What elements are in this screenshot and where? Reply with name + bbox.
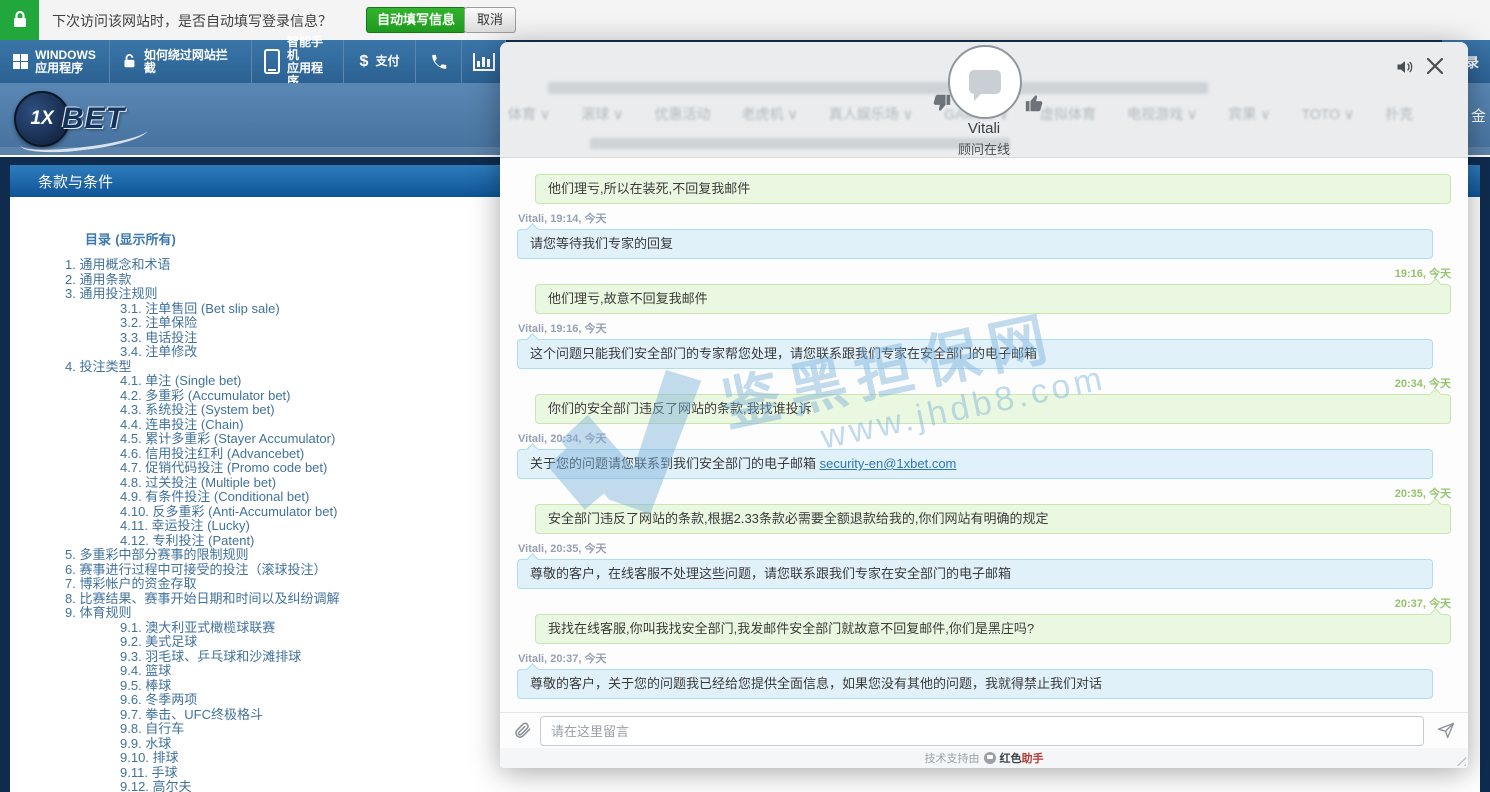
message-meta: 19:16, 今天 [535, 268, 1451, 281]
close-icon[interactable] [1426, 57, 1446, 77]
chat-message: Vitali, 19:16, 今天 这个问题只能我们安全部门的专家帮您处理，请您… [500, 323, 1468, 369]
message-bubble: 我找在线客服,你叫我找安全部门,我发邮件安全部门就故意不回复邮件,你们是黑庄吗? [535, 614, 1451, 644]
send-icon[interactable] [1436, 720, 1456, 740]
bar-chart-icon [473, 53, 495, 71]
chat-message: Vitali, 20:34, 今天 关于您的问题请您联系到我们安全部门的电子邮箱… [500, 433, 1468, 479]
message-bubble: 安全部门违反了网站的条款,根据2.33条款必需要全额退款给我的,你们网站有明确的… [535, 504, 1451, 534]
autofill-confirm-button[interactable]: 自动填写信息 [366, 7, 466, 33]
nav-item-bypass-block[interactable]: 如何绕过网站拦截 [110, 40, 252, 83]
toc-item[interactable]: 9.12. 高尔夫 [120, 780, 1480, 792]
redhelper-logo-icon [984, 752, 996, 764]
message-email-link[interactable]: security-en@1xbet.com [820, 456, 957, 471]
support-prefix: 技术支持由 [925, 750, 980, 766]
chat-footer: 技术支持由 红色助手 [500, 748, 1468, 768]
agent-name: Vitali [500, 120, 1468, 137]
message-meta: Vitali, 20:35, 今天 [518, 543, 1433, 556]
message-text: 请您等待我们专家的回复 [530, 236, 673, 251]
brand-dark: 红色 [1000, 753, 1022, 765]
chat-message: 19:16, 今天 他们理亏,故意不回复我邮件 [500, 268, 1468, 314]
smartphone-icon [264, 49, 280, 74]
message-meta: 20:37, 今天 [535, 598, 1451, 611]
lock-badge [0, 0, 39, 40]
message-bubble: 关于您的问题请您联系到我们安全部门的电子邮箱 security-en@1xbet… [517, 449, 1433, 479]
chat-message: 20:34, 今天 你们的安全部门违反了网站的条款,我找谁投诉 [500, 378, 1468, 424]
message-text: 我找在线客服,你叫我找安全部门,我发邮件安全部门就故意不回复邮件,你们是黑庄吗? [548, 621, 1034, 636]
message-input[interactable] [540, 716, 1424, 746]
message-meta: 20:35, 今天 [535, 488, 1451, 501]
message-meta: Vitali, 19:16, 今天 [518, 323, 1433, 336]
message-text: 关于您的问题请您联系到我们安全部门的电子邮箱 [530, 456, 820, 471]
chat-message: Vitali, 20:37, 今天 尊敬的客户，关于您的问题我已经给您提供全面信… [500, 653, 1468, 699]
thumbs-up-icon[interactable] [1024, 92, 1046, 114]
nav-item-windows-apps[interactable]: WINDOWS应用程序 [0, 40, 110, 83]
toc-show-all-link[interactable]: (显示所有) [115, 232, 176, 247]
chat-input-row [500, 712, 1468, 748]
autofill-prompt-bar: 下次访问该网站时，是否自动填写登录信息？ 自动填写信息 取消 [0, 0, 1490, 41]
lock-icon [11, 10, 29, 30]
message-meta: 20:34, 今天 [535, 378, 1451, 391]
chat-message: Vitali, 20:35, 今天 尊敬的客户，在线客服不处理这些问题，请您联系… [500, 543, 1468, 589]
agent-avatar [948, 45, 1022, 119]
site-logo[interactable]: 1X BET [14, 91, 125, 147]
chat-window: 体育 ∨ 滚球 ∨ 优惠活动 老虎机 ∨ 真人娱乐场 ∨ GAMES ∨ 虚拟体… [500, 42, 1468, 768]
windows-icon [13, 54, 28, 69]
message-meta: Vitali, 20:37, 今天 [518, 653, 1433, 666]
page: 下次访问该网站时，是否自动填写登录信息？ 自动填写信息 取消 WINDOWS应用… [0, 0, 1490, 792]
nav-item-phone[interactable] [416, 40, 462, 83]
header-right-text: 金 [1471, 105, 1486, 126]
chat-messages: 他们理亏,所以在装死,不回复我邮件 Vitali, 19:14, 今天 请您等待… [500, 157, 1468, 713]
message-bubble: 这个问题只能我们安全部门的专家帮您处理，请您联系跟我们专家在安全部门的电子邮箱 [517, 339, 1433, 369]
message-text: 他们理亏,所以在装死,不回复我邮件 [548, 181, 750, 196]
message-text: 安全部门违反了网站的条款,根据2.33条款必需要全额退款给我的,你们网站有明确的… [548, 511, 1049, 526]
padlock-icon [122, 53, 137, 70]
message-text: 这个问题只能我们安全部门的专家帮您处理，请您联系跟我们专家在安全部门的电子邮箱 [530, 346, 1037, 361]
message-bubble: 你们的安全部门违反了网站的条款,我找谁投诉 [535, 394, 1451, 424]
nav-item-smartphone-apps[interactable]: 智能手机应用程序 [252, 40, 344, 83]
chat-bubble-icon [969, 70, 1001, 94]
chat-header: 体育 ∨ 滚球 ∨ 优惠活动 老虎机 ∨ 真人娱乐场 ∨ GAMES ∨ 虚拟体… [500, 42, 1468, 158]
message-bubble: 他们理亏,故意不回复我邮件 [535, 284, 1451, 314]
message-bubble: 尊敬的客户，关于您的问题我已经给您提供全面信息，如果您没有其他的问题，我就得禁止… [517, 669, 1433, 699]
toc-heading-text: 目录 [85, 232, 111, 247]
message-bubble: 尊敬的客户，在线客服不处理这些问题，请您联系跟我们专家在安全部门的电子邮箱 [517, 559, 1433, 589]
chat-message: 20:35, 今天 安全部门违反了网站的条款,根据2.33条款必需要全额退款给我… [500, 488, 1468, 534]
brand-red[interactable]: 助手 [1022, 753, 1044, 765]
message-bubble: 他们理亏,所以在装死,不回复我邮件 [535, 174, 1451, 204]
agent-status: 顾问在线 [500, 139, 1468, 158]
autofill-prompt-text: 下次访问该网站时，是否自动填写登录信息？ [52, 11, 332, 31]
thumbs-down-icon[interactable] [930, 92, 952, 114]
phone-icon [430, 53, 448, 71]
message-text: 尊敬的客户，关于您的问题我已经给您提供全面信息，如果您没有其他的问题，我就得禁止… [530, 676, 1102, 691]
message-text: 尊敬的客户，在线客服不处理这些问题，请您联系跟我们专家在安全部门的电子邮箱 [530, 566, 1011, 581]
message-bubble: 请您等待我们专家的回复 [517, 229, 1433, 259]
chat-message: 20:37, 今天 我找在线客服,你叫我找安全部门,我发邮件安全部门就故意不回复… [500, 598, 1468, 644]
nav-item-payment[interactable]: $ 支付 [344, 40, 416, 83]
autofill-cancel-button[interactable]: 取消 [464, 7, 516, 33]
sound-toggle-icon[interactable] [1395, 57, 1415, 77]
message-text: 你们的安全部门违反了网站的条款,我找谁投诉 [548, 401, 812, 416]
message-text: 他们理亏,故意不回复我邮件 [548, 291, 708, 306]
chat-message: Vitali, 19:14, 今天 请您等待我们专家的回复 [500, 213, 1468, 259]
message-meta: Vitali, 20:34, 今天 [518, 433, 1433, 446]
message-meta: Vitali, 19:14, 今天 [518, 213, 1433, 226]
attach-icon[interactable] [513, 720, 533, 740]
ghost-text-bar [548, 82, 1208, 94]
dollar-icon: $ [360, 55, 369, 68]
chat-message: 他们理亏,所以在装死,不回复我邮件 [500, 174, 1468, 204]
